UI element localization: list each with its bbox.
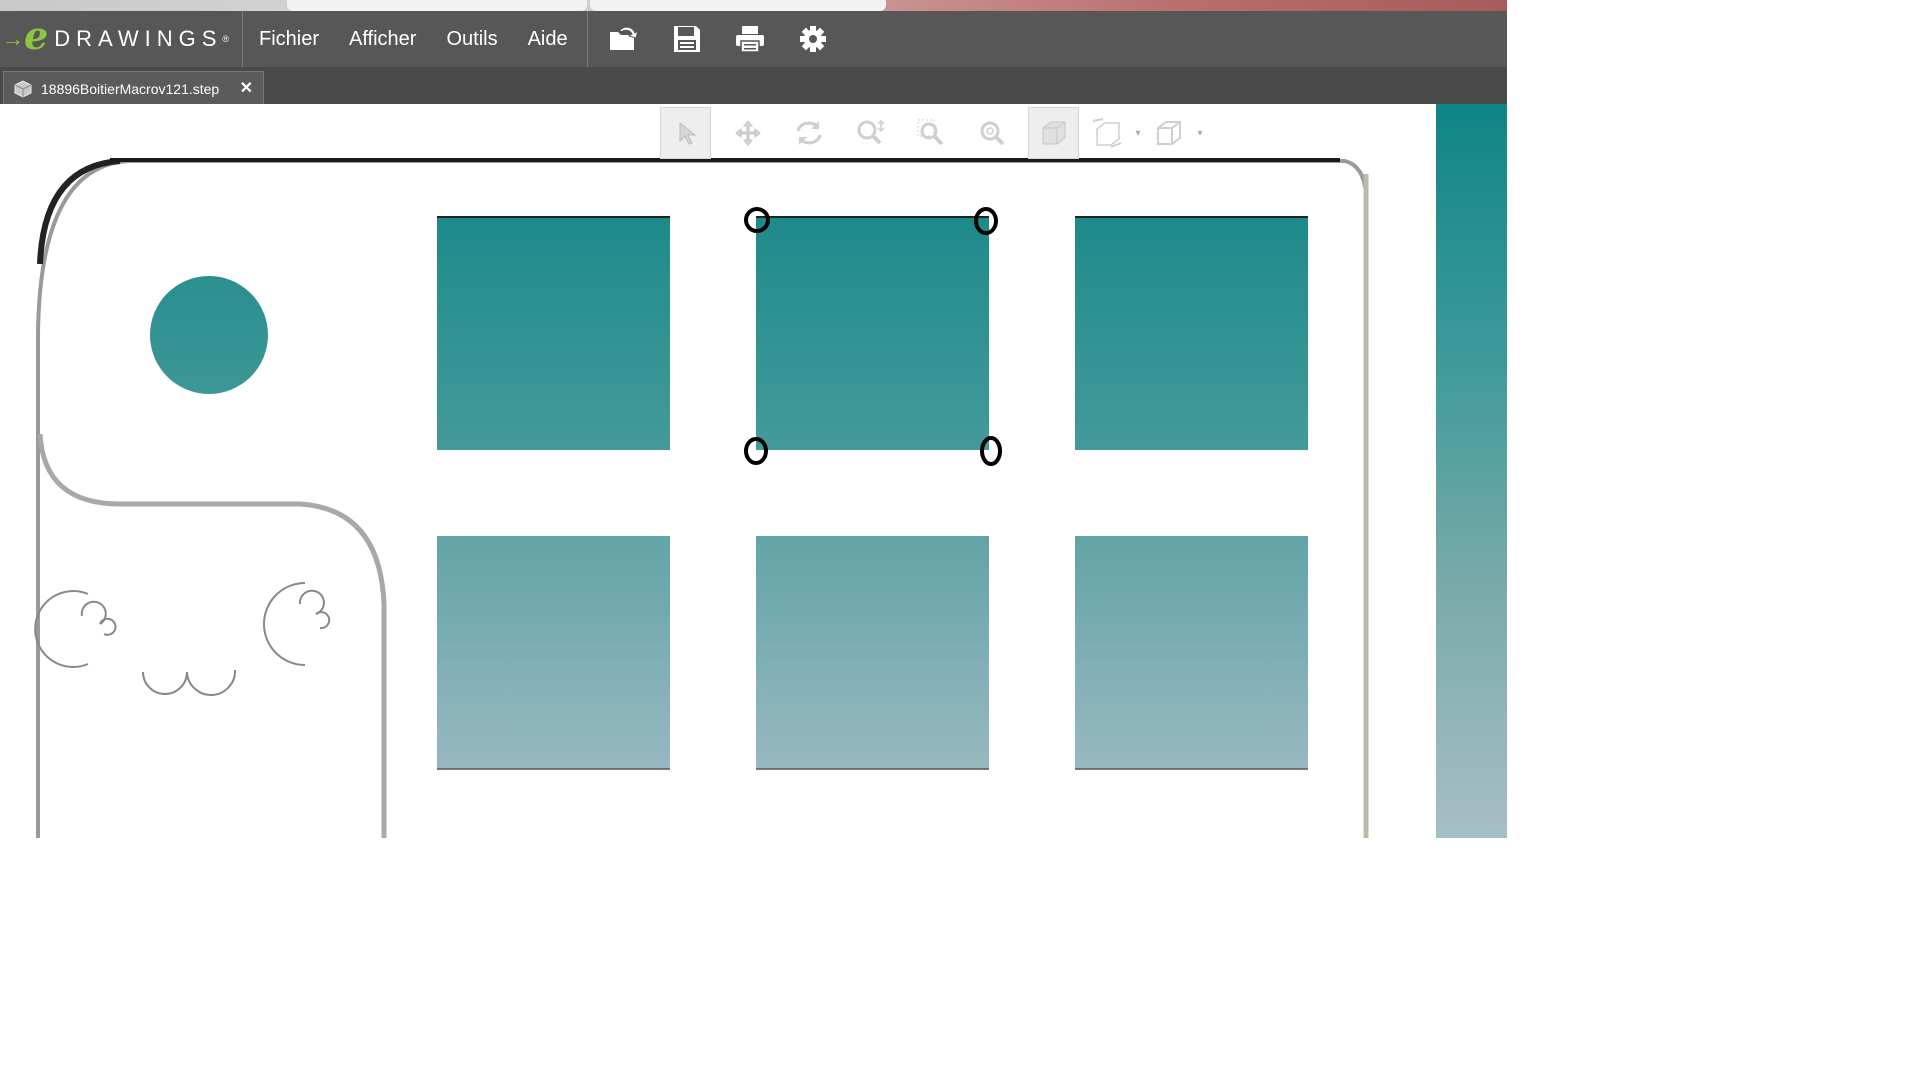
view-toolbar: ▾ ▾ [654, 106, 1209, 160]
zoom-fit-icon [980, 121, 1004, 146]
part-model [34, 158, 1369, 838]
print-icon [735, 26, 764, 53]
menubar: → e DRAWINGS ® Fichier Afficher Outils A… [0, 11, 1507, 67]
square-window [437, 536, 670, 769]
pan-icon [734, 120, 761, 146]
view-orientation-dropdown[interactable]: ▾ [1191, 128, 1209, 139]
round-hole [150, 276, 268, 394]
part-notch-edge [37, 433, 387, 838]
document-tab[interactable]: 18896BoitierMacrov121.step ✕ [3, 71, 264, 105]
rotate-icon [796, 121, 821, 145]
zoom-area-button[interactable] [900, 106, 961, 160]
logo-registered: ® [222, 34, 230, 44]
open-folder-icon [609, 26, 639, 50]
top-window-strip [0, 0, 1507, 11]
rotate-button[interactable] [778, 106, 839, 160]
shaded-cube-icon [1042, 121, 1065, 145]
part-outline-inner [37, 158, 121, 265]
document-tab-filename: 18896BoitierMacrov121.step [41, 80, 220, 97]
close-tab-icon[interactable]: ✕ [240, 78, 253, 98]
section-view-icon [1092, 118, 1122, 148]
open-button[interactable] [592, 11, 655, 67]
document-tab-bar: 18896BoitierMacrov121.step ✕ [0, 67, 1507, 105]
part-file-icon [14, 79, 32, 98]
square-window [1075, 536, 1308, 769]
view-orientation-button[interactable] [1147, 106, 1191, 160]
select-arrow-icon [679, 121, 696, 145]
zoom-button[interactable] [839, 106, 900, 160]
zoom-area-icon [917, 119, 943, 146]
section-view-dropdown[interactable]: ▾ [1129, 128, 1147, 139]
square-window [756, 536, 989, 769]
zoom-fit-button[interactable] [961, 106, 1022, 160]
menu-separator [242, 11, 243, 67]
embossed-arcs [34, 582, 331, 696]
settings-button[interactable] [781, 11, 844, 67]
square-window [756, 217, 989, 450]
pan-button[interactable] [717, 106, 778, 160]
logo-e: e [24, 13, 49, 58]
menu-outils[interactable]: Outils [431, 28, 512, 51]
gear-icon [799, 26, 826, 52]
save-button[interactable] [655, 11, 718, 67]
menu-afficher[interactable]: Afficher [334, 28, 431, 51]
selection-handle [980, 436, 1002, 466]
main-menu: Fichier Afficher Outils Aide [244, 11, 583, 67]
display-style-button[interactable] [1028, 107, 1079, 159]
print-button[interactable] [718, 11, 781, 67]
model-viewport[interactable]: ▾ ▾ [0, 104, 1507, 838]
main-toolbar [592, 11, 844, 67]
zoom-icon [857, 119, 885, 145]
menu-separator [587, 11, 588, 67]
square-window [437, 217, 670, 450]
menu-fichier[interactable]: Fichier [244, 28, 334, 51]
edrawings-logo: → e DRAWINGS ® [0, 11, 240, 67]
logo-arrow: → [2, 26, 24, 51]
logo-wordmark: DRAWINGS [54, 26, 223, 51]
background-tab-shape [590, 0, 886, 11]
save-icon [673, 26, 700, 52]
select-button[interactable] [660, 107, 711, 159]
background-tab-shape [287, 0, 587, 11]
menu-aide[interactable]: Aide [513, 28, 583, 51]
square-window [1075, 217, 1308, 450]
view-orientation-icon [1157, 121, 1181, 145]
section-view-button[interactable] [1085, 106, 1129, 160]
